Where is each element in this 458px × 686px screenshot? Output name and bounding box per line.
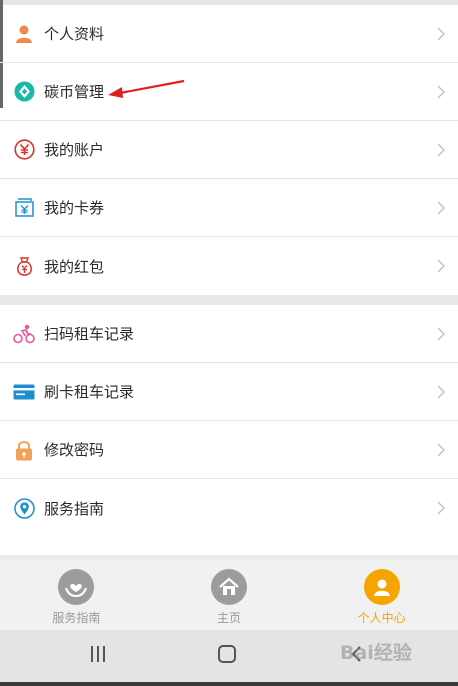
menu-item-label: 我的红包 bbox=[44, 257, 105, 276]
menu-item-coupons[interactable]: 我的卡券 bbox=[0, 179, 458, 237]
user-icon bbox=[363, 569, 400, 605]
chevron-right-icon bbox=[437, 27, 445, 40]
tab-service-guide[interactable]: 服务指南 bbox=[0, 560, 153, 630]
menu-item-profile[interactable]: 个人资料 bbox=[0, 5, 458, 63]
menu-item-label: 个人资料 bbox=[44, 25, 105, 43]
menu-group-account: 个人资料 碳币管理 我的账户 我的卡券 我的红包 bbox=[0, 5, 458, 295]
lock-icon bbox=[13, 439, 35, 461]
yuan-account-icon bbox=[13, 139, 35, 161]
menu-item-red-packet[interactable]: 我的红包 bbox=[0, 237, 458, 295]
group-divider bbox=[0, 295, 458, 305]
heart-hands-icon bbox=[58, 569, 95, 605]
bottom-tab-bar: 服务指南 主页 个人中心 bbox=[0, 560, 458, 630]
chevron-right-icon bbox=[437, 85, 445, 98]
red-packet-icon bbox=[13, 255, 35, 277]
menu-item-label: 我的账户 bbox=[44, 141, 105, 159]
tab-personal-center[interactable]: 个人中心 bbox=[305, 560, 458, 630]
chevron-right-icon bbox=[437, 327, 445, 340]
tab-home[interactable]: 主页 bbox=[153, 560, 306, 630]
list-bottom-space bbox=[0, 537, 458, 555]
watermark: Bai经验 bbox=[340, 642, 412, 664]
menu-item-label: 修改密码 bbox=[44, 441, 105, 459]
chevron-right-icon bbox=[437, 201, 445, 214]
menu-item-scan-rental-records[interactable]: 扫码租车记录 bbox=[0, 305, 458, 363]
menu-item-service-guide[interactable]: 服务指南 bbox=[0, 479, 458, 537]
chevron-right-icon bbox=[437, 143, 445, 156]
tab-label: 主页 bbox=[217, 611, 242, 625]
menu-item-card-rental-records[interactable]: 刷卡租车记录 bbox=[0, 363, 458, 421]
menu-group-services: 扫码租车记录 刷卡租车记录 修改密码 服务指南 bbox=[0, 305, 458, 537]
home-icon bbox=[211, 569, 247, 605]
menu-item-label: 服务指南 bbox=[44, 499, 105, 518]
home-button-icon[interactable] bbox=[217, 644, 237, 664]
menu-item-carbon-coin[interactable]: 碳币管理 bbox=[0, 63, 458, 121]
recent-apps-icon[interactable] bbox=[88, 644, 108, 664]
menu-item-account[interactable]: 我的账户 bbox=[0, 121, 458, 179]
menu-item-label: 扫码租车记录 bbox=[44, 325, 135, 343]
tab-label: 服务指南 bbox=[52, 611, 101, 625]
menu-item-label: 碳币管理 bbox=[44, 83, 105, 101]
menu-item-change-password[interactable]: 修改密码 bbox=[0, 421, 458, 479]
chevron-right-icon bbox=[437, 501, 445, 515]
carbon-coin-icon bbox=[13, 81, 35, 103]
chevron-right-icon bbox=[437, 385, 445, 398]
chevron-right-icon bbox=[437, 259, 445, 273]
card-icon bbox=[13, 381, 35, 403]
menu-item-label: 我的卡券 bbox=[44, 199, 105, 217]
coupon-icon bbox=[13, 197, 35, 219]
person-icon bbox=[13, 23, 35, 45]
tab-label: 个人中心 bbox=[357, 611, 406, 625]
bike-icon bbox=[13, 323, 35, 345]
bottom-edge bbox=[0, 682, 458, 686]
chevron-right-icon bbox=[437, 443, 445, 456]
location-pin-icon bbox=[13, 497, 35, 519]
menu-item-label: 刷卡租车记录 bbox=[44, 383, 135, 401]
